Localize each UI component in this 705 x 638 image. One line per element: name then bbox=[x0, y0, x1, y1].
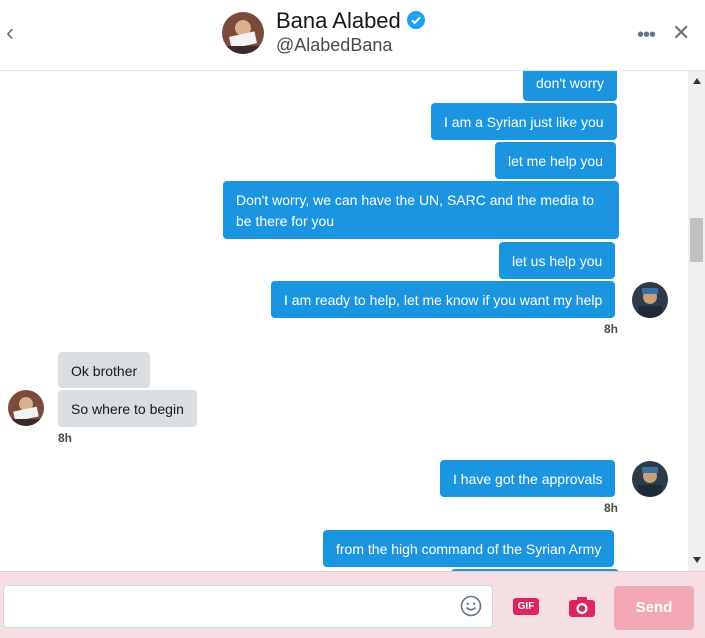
scroll-up-arrow-icon[interactable] bbox=[693, 78, 701, 84]
gif-icon[interactable]: GIF bbox=[513, 598, 539, 615]
chat-scrollbar[interactable] bbox=[688, 71, 705, 571]
contact-name: Bana Alabed bbox=[276, 8, 425, 34]
message-bubble-sent[interactable]: Don't worry, we can have the UN, SARC an… bbox=[223, 181, 619, 239]
message-bubble-sent[interactable]: let me help you bbox=[495, 142, 616, 179]
sender-avatar[interactable] bbox=[632, 282, 668, 318]
camera-icon[interactable] bbox=[568, 596, 596, 618]
contact-handle: @AlabedBana bbox=[276, 35, 393, 55]
sender-avatar[interactable] bbox=[632, 461, 668, 497]
message-bubble-received[interactable]: So where to begin bbox=[58, 390, 197, 427]
more-icon[interactable]: ••• bbox=[637, 24, 656, 47]
send-button[interactable]: Send bbox=[614, 586, 694, 630]
message-bubble-sent[interactable]: I am a Syrian just like you bbox=[431, 103, 617, 140]
message-timestamp: 8h bbox=[58, 431, 73, 445]
message-bubble-sent[interactable]: let us help you bbox=[499, 242, 616, 279]
emoji-icon[interactable] bbox=[460, 595, 482, 617]
contact-avatar-small[interactable] bbox=[8, 390, 44, 426]
message-list[interactable]: don't worry I am a Syrian just like you … bbox=[0, 71, 688, 571]
close-icon[interactable]: ✕ bbox=[672, 20, 690, 46]
verified-badge-icon bbox=[406, 11, 425, 29]
message-bubble-sent[interactable]: don't worry bbox=[523, 71, 618, 101]
contact-avatar[interactable] bbox=[222, 12, 264, 54]
message-input[interactable] bbox=[3, 585, 493, 628]
compose-bar: GIF Send bbox=[0, 571, 705, 638]
scroll-down-arrow-icon[interactable] bbox=[693, 557, 701, 563]
message-timestamp: 8h bbox=[604, 322, 619, 336]
back-chevron-icon[interactable]: ‹ bbox=[6, 21, 24, 45]
message-bubble-sent[interactable]: from the high command of the Syrian Army bbox=[323, 530, 615, 567]
message-bubble-sent[interactable]: I have got the approvals bbox=[440, 460, 616, 497]
message-bubble-received[interactable]: Ok brother bbox=[58, 352, 151, 388]
conversation-header: ‹ Bana Alabed @AlabedBana ••• ✕ bbox=[0, 0, 705, 71]
message-timestamp: 8h bbox=[604, 501, 619, 515]
scrollbar-thumb[interactable] bbox=[690, 218, 703, 262]
contact-name-text: Bana Alabed bbox=[276, 8, 401, 33]
message-bubble-sent[interactable]: I am ready to help, let me know if you w… bbox=[271, 281, 616, 318]
